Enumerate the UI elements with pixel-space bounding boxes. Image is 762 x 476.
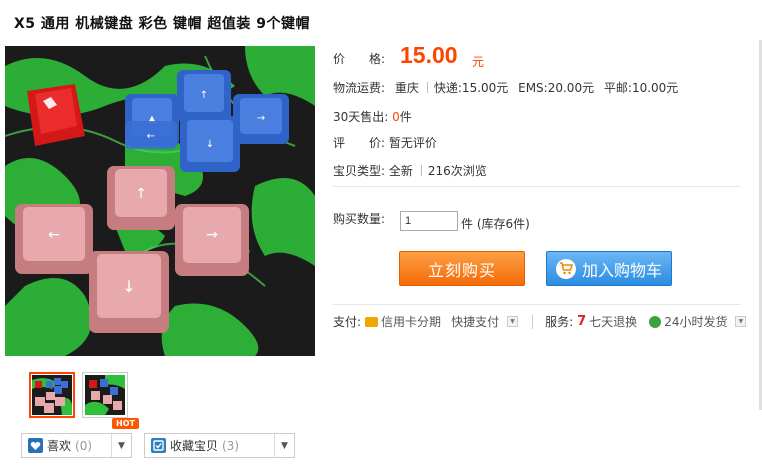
svg-text:↓: ↓ <box>122 277 135 296</box>
divider <box>333 304 741 305</box>
add-to-cart-button[interactable]: 加入购物车 <box>546 251 672 286</box>
credit-card-icon <box>365 316 379 327</box>
collect-label: 收藏宝贝 <box>170 439 219 453</box>
thumbnail-image <box>85 375 125 415</box>
product-title: X5 通用 机械键盘 彩色 键帽 超值装 9个键帽 <box>14 16 311 32</box>
item-condition: 全新 <box>388 164 413 178</box>
review-label: 评 价: <box>333 136 386 150</box>
separator <box>420 165 422 176</box>
service-return[interactable]: 七天退换 <box>589 313 637 330</box>
sales-unit: 件 <box>399 110 412 124</box>
thumbnail-image <box>32 375 72 415</box>
sales-label: 30天售出: <box>333 110 389 124</box>
service-ship24[interactable]: 24小时发货 <box>664 313 727 330</box>
item-views: 216次浏览 <box>427 164 487 178</box>
shipping-ems: EMS:20.00元 <box>518 81 595 95</box>
chevron-down-icon[interactable]: ▼ <box>507 316 519 327</box>
payment-credit[interactable]: 信用卡分期 <box>381 313 441 330</box>
hot-badge: HOT <box>112 418 139 429</box>
like-count: (0) <box>75 438 93 453</box>
review-value[interactable]: 暂无评价 <box>389 136 437 150</box>
add-to-cart-label: 加入购物车 <box>581 260 662 280</box>
price-value: 15.00 <box>400 42 458 68</box>
svg-text:↑: ↑ <box>200 90 208 101</box>
sales-count: 0 <box>392 110 400 124</box>
collect-icon <box>151 438 166 453</box>
buy-now-button[interactable]: 立刻购买 <box>399 251 525 286</box>
svg-text:→: → <box>257 113 265 124</box>
svg-text:→: → <box>206 227 218 243</box>
chevron-down-icon[interactable]: ▼ <box>735 316 747 327</box>
keycap-photo: ▲ ↑ → ↓ ← ↑ ← → ↓ <box>5 46 315 356</box>
service-label: 服务: <box>545 315 574 329</box>
payment-label: 支付: <box>333 315 362 329</box>
product-main-image[interactable]: ▲ ↑ → ↓ ← ↑ ← → ↓ <box>5 46 315 356</box>
shipping-mail: 平邮:10.00元 <box>603 81 679 95</box>
collect-button[interactable]: 收藏宝贝 (3) ▼ <box>144 433 295 458</box>
like-label: 喜欢 <box>47 439 72 453</box>
like-button[interactable]: 喜欢 (0) ▼ <box>21 433 132 458</box>
shipping-express: 快递:15.00元 <box>433 81 509 95</box>
shipping-row: 物流运费: 重庆 快递:15.00元 EMS:20.00元 平邮:10.00元 <box>333 79 684 96</box>
separator <box>532 314 534 329</box>
price-label: 价 格: <box>333 52 386 66</box>
svg-text:←: ← <box>147 131 155 142</box>
seven-day-return-icon: 7 <box>577 314 587 329</box>
separator <box>426 82 428 93</box>
cart-icon <box>555 258 576 279</box>
heart-icon <box>28 438 43 453</box>
payment-service-row: 支付: 信用卡分期 快捷支付 ▼ 服务: 7 七天退换 24小时发货 ▼ <box>333 313 747 330</box>
svg-text:←: ← <box>48 227 60 243</box>
fast-ship-icon <box>649 315 662 328</box>
item-type-row: 宝贝类型: 全新 216次浏览 <box>333 162 487 179</box>
divider <box>333 186 741 187</box>
thumbnail-1[interactable] <box>29 372 75 418</box>
collect-count: (3) <box>222 438 240 453</box>
thumbnail-2[interactable] <box>82 372 128 418</box>
item-type-label: 宝贝类型: <box>333 164 386 178</box>
chevron-down-icon[interactable]: ▼ <box>111 434 131 457</box>
chevron-down-icon[interactable]: ▼ <box>274 434 294 457</box>
svg-text:↑: ↑ <box>135 186 147 202</box>
quantity-stock: 件 (库存6件) <box>461 217 530 231</box>
sales-row: 30天售出: 0件 <box>333 108 412 125</box>
quantity-label: 购买数量: <box>333 212 386 226</box>
quantity-input[interactable] <box>400 211 458 231</box>
review-row: 评 价: 暂无评价 <box>333 134 437 151</box>
shipping-origin: 重庆 <box>394 81 419 95</box>
svg-text:↓: ↓ <box>206 139 214 150</box>
shipping-label: 物流运费: <box>333 81 386 95</box>
payment-quick[interactable]: 快捷支付 <box>451 313 499 330</box>
price-unit: 元 <box>472 55 485 69</box>
